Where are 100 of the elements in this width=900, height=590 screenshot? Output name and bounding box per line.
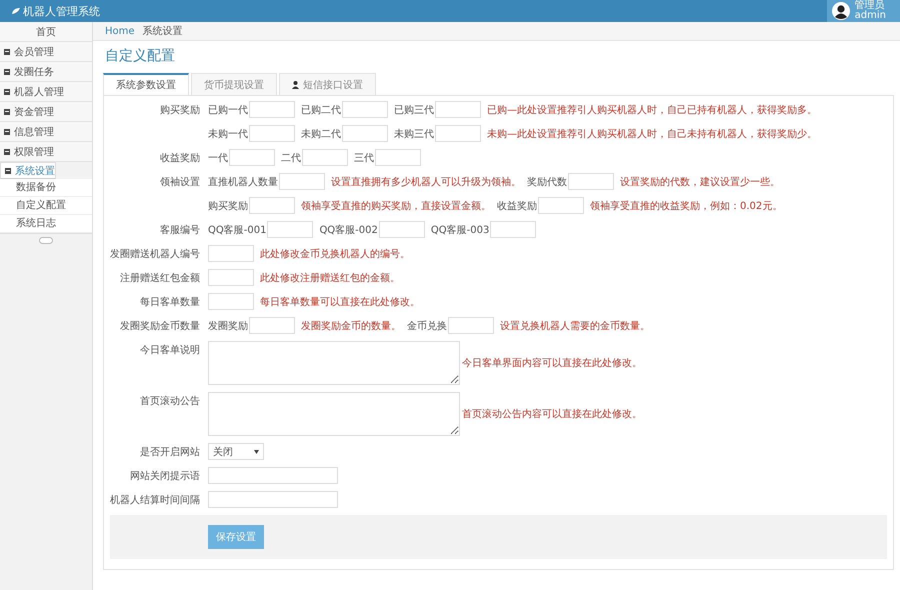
hint-text: 设置奖励的代数，建议设置少一些。	[620, 176, 780, 188]
text-area[interactable]	[208, 392, 460, 436]
field-prefix: 收益奖励	[497, 200, 537, 212]
input-field[interactable]	[208, 293, 254, 310]
field-prefix: QQ客服-003	[430, 224, 490, 236]
list-icon	[4, 48, 10, 54]
field-prefix: 未购一代	[208, 128, 248, 140]
dropdown[interactable]: 关闭	[208, 443, 264, 460]
hint-text: 发圈奖励金币的数量。	[301, 320, 401, 332]
hint-text: 首页滚动公告内容可以直接在此处修改。	[462, 408, 642, 421]
field-label: 发圈奖励金币数量	[120, 320, 200, 332]
input-field[interactable]	[302, 149, 348, 166]
field-prefix: 三代	[354, 152, 374, 164]
list-icon	[4, 108, 10, 114]
field-label: 今日客单说明	[140, 345, 200, 356]
hint-text: 今日客单界面内容可以直接在此处修改。	[462, 356, 642, 370]
user-icon	[292, 80, 299, 88]
input-field[interactable]	[279, 173, 325, 190]
submenu-item[interactable]: 数据备份	[0, 179, 92, 197]
input-field[interactable]	[208, 467, 338, 484]
field-prefix: 二代	[281, 152, 301, 164]
hint-text: 设置直推拥有多少机器人可以升级为领袖。	[331, 176, 521, 188]
sidebar-item[interactable]: 系统设置	[0, 162, 56, 179]
breadcrumb-item: 系统设置	[142, 24, 183, 38]
sidebar-item[interactable]: 发圈任务	[0, 62, 92, 82]
field-label: 网站关闭提示语	[130, 470, 200, 482]
sidebar-item[interactable]: 权限管理	[0, 142, 92, 162]
field-prefix: 已购一代	[208, 104, 248, 116]
list-icon	[5, 168, 11, 174]
field-label: 发圈赠送机器人编号	[110, 248, 200, 260]
list-icon	[4, 148, 10, 154]
field-prefix: 未购二代	[301, 128, 341, 140]
field-prefix: 已购二代	[301, 104, 341, 116]
input-field[interactable]	[378, 221, 425, 238]
input-field[interactable]	[342, 101, 388, 118]
input-field[interactable]	[208, 245, 254, 262]
user-name: admin	[854, 11, 886, 21]
input-field[interactable]	[375, 149, 421, 166]
input-field[interactable]	[249, 101, 295, 118]
sidebar-item[interactable]: 信息管理	[0, 122, 92, 142]
hint-text: 领袖享受直推的收益奖励，例如：0.02元。	[590, 200, 782, 212]
input-field[interactable]	[208, 491, 338, 508]
pill-icon[interactable]	[39, 237, 53, 244]
hint-text: 未购—此处设置推荐引人购买机器人时，自己未持有机器人，获得奖励少。	[487, 128, 817, 140]
submenu-item[interactable]: 自定义配置	[0, 197, 92, 215]
input-field[interactable]	[249, 125, 295, 142]
breadcrumb-item[interactable]: Home	[105, 26, 135, 36]
input-field[interactable]	[229, 149, 275, 166]
page-title: 自定义配置	[105, 47, 176, 66]
app-title: 机器人管理系统	[23, 4, 100, 18]
input-field[interactable]	[435, 101, 481, 118]
tab[interactable]: 系统参数设置	[103, 73, 189, 95]
field-label: 首页滚动公告	[140, 396, 200, 407]
list-icon	[4, 88, 10, 94]
field-prefix: 购买奖励	[208, 200, 248, 212]
field-prefix: QQ客服-001	[208, 224, 266, 236]
field-label: 购买奖励	[160, 104, 200, 116]
sidebar-item[interactable]: 会员管理	[0, 42, 92, 62]
field-prefix: 未购三代	[394, 128, 434, 140]
user-role: 管理员	[854, 1, 885, 11]
input-field[interactable]	[568, 173, 614, 190]
hint-text: 已购—此处设置推荐引人购买机器人时，自己已持有机器人，获得奖励多。	[487, 104, 817, 116]
avatar-icon	[832, 2, 850, 20]
input-field[interactable]	[249, 197, 295, 214]
list-icon	[4, 128, 10, 134]
input-field[interactable]	[490, 221, 536, 238]
input-field[interactable]	[435, 125, 481, 142]
field-label: 注册赠送红包金额	[120, 272, 200, 284]
sidebar-item[interactable]: 资金管理	[0, 102, 92, 122]
field-label: 客服编号	[160, 224, 200, 236]
leaf-icon	[12, 8, 20, 14]
submenu-item[interactable]: 系统日志	[0, 215, 92, 233]
field-label: 每日客单数量	[140, 296, 200, 308]
field-label: 领袖设置	[160, 176, 200, 188]
field-prefix: 发圈奖励	[208, 320, 248, 332]
hint-text: 领袖享受直推的购买奖励，直接设置金额。	[301, 200, 491, 212]
field-label: 机器人结算时间间隔	[110, 494, 200, 506]
field-prefix: 一代	[208, 152, 228, 164]
field-label: 收益奖励	[160, 152, 200, 164]
field-label: 是否开启网站	[140, 446, 200, 458]
input-field[interactable]	[538, 197, 584, 214]
hint-text: 设置兑换机器人需要的金币数量。	[500, 320, 650, 332]
field-prefix: 已购三代	[394, 104, 434, 116]
field-prefix: QQ客服-002	[319, 224, 378, 236]
text-area[interactable]	[208, 341, 460, 385]
input-field[interactable]	[448, 317, 494, 334]
sidebar-item[interactable]: 机器人管理	[0, 82, 92, 102]
caret-icon	[254, 450, 259, 454]
hint-text: 此处修改金币兑换机器人的编号。	[260, 248, 410, 260]
input-field[interactable]	[249, 317, 295, 334]
field-prefix: 奖励代数	[527, 176, 567, 188]
input-field[interactable]	[342, 125, 388, 142]
list-icon	[4, 68, 10, 74]
hint-text: 每日客单数量可以直接在此处修改。	[260, 296, 420, 308]
field-prefix: 直推机器人数量	[208, 176, 278, 188]
sidebar-item[interactable]: 首页	[0, 22, 92, 42]
field-prefix: 金币兑换	[407, 320, 447, 332]
input-field[interactable]	[267, 221, 314, 238]
hint-text: 此处修改注册赠送红包的金额。	[260, 272, 400, 284]
input-field[interactable]	[208, 269, 254, 286]
